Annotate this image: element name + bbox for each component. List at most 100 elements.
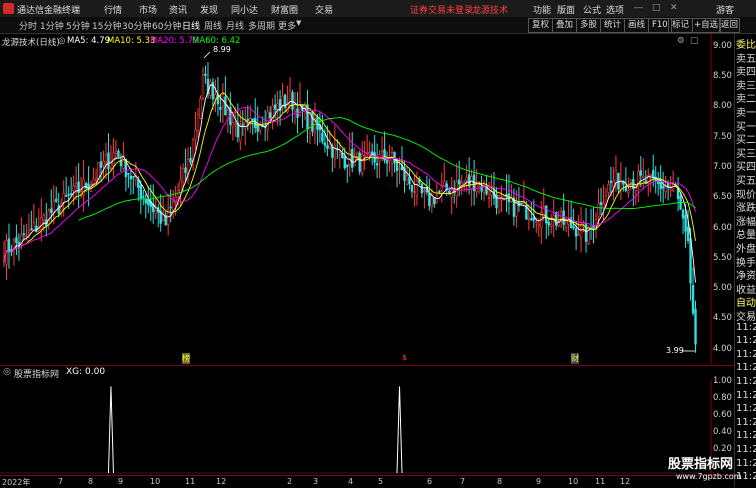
login-warning[interactable]: 证券交易未登录 (410, 3, 473, 16)
menu-shichang[interactable]: 市场 (139, 3, 157, 16)
close-icon[interactable]: ✕ (670, 3, 678, 13)
candle-body (574, 228, 578, 237)
candle-body (410, 184, 414, 192)
price-tick: 7.00 (713, 162, 732, 172)
side-panel-row: 11:29 (736, 457, 756, 469)
period-daily[interactable]: 日线 (182, 19, 200, 32)
menu-gongshi[interactable]: 公式 (583, 3, 601, 16)
candle-body (288, 90, 292, 106)
candlestick-chart[interactable] (0, 34, 712, 364)
candle-body (254, 117, 257, 129)
fuquan-button[interactable]: 复权 (528, 18, 554, 33)
candle-body (52, 200, 55, 213)
side-panel-row: 11:28 (736, 348, 756, 360)
menu-hangqing[interactable]: 行情 (104, 3, 122, 16)
maximize-icon[interactable]: □ (652, 3, 661, 13)
candle-body (199, 98, 202, 119)
period-weekly[interactable]: 周线 (204, 19, 222, 32)
event-marker-dollar[interactable]: $ (402, 353, 407, 362)
menu-jiaoyi[interactable]: 交易 (315, 3, 333, 16)
add-favorite-button[interactable]: +自选 (692, 18, 721, 33)
candle-body (547, 221, 550, 226)
candle-body (196, 114, 200, 132)
candle-body (530, 218, 533, 221)
candle-body (420, 183, 424, 194)
candle-body (465, 177, 468, 181)
candle-body (624, 186, 628, 191)
menu-zixun[interactable]: 资讯 (169, 3, 187, 16)
candle-body (72, 185, 75, 192)
period-30min[interactable]: 30分钟 (122, 19, 151, 32)
period-more[interactable]: 更多 (278, 19, 296, 32)
indicator-tick: 1.00 (713, 376, 732, 386)
candle-body (293, 104, 297, 112)
candle-body (535, 221, 538, 223)
candle-body (99, 161, 103, 168)
user-label[interactable]: 游客 (716, 3, 734, 16)
draw-line-button[interactable]: 画线 (624, 18, 650, 33)
mark-button[interactable]: 标记 (668, 18, 694, 33)
indicator-chart[interactable] (0, 380, 712, 475)
high-price-arrow (203, 51, 211, 59)
date-tick: 9 (118, 477, 124, 486)
indicator-collapse-icon[interactable]: ◎ (3, 367, 11, 377)
price-tick: 6.50 (713, 192, 732, 202)
candle-body (520, 202, 523, 205)
candle-body (458, 179, 461, 185)
period-15min[interactable]: 15分钟 (92, 19, 121, 32)
period-1min[interactable]: 1分钟 (40, 19, 64, 32)
candle-body (132, 176, 135, 178)
price-tick: 6.00 (713, 223, 732, 233)
menu-banmian[interactable]: 版面 (557, 3, 575, 16)
period-5min[interactable]: 5分钟 (66, 19, 90, 32)
candle-body (256, 125, 259, 132)
multi-stock-button[interactable]: 多股 (576, 18, 602, 33)
candle-body (323, 142, 327, 146)
candle-body (239, 124, 242, 142)
indicator-tick: 0.80 (713, 393, 732, 403)
candle-body (42, 215, 45, 221)
indicator-tick: 0.40 (713, 427, 732, 437)
candle-body (176, 190, 180, 198)
minimize-icon[interactable]: ― (634, 3, 643, 13)
candle-body (351, 148, 354, 168)
back-button[interactable]: 返回 (719, 18, 741, 33)
period-fenshi[interactable]: 分时 (19, 19, 37, 32)
menu-xuanxiang[interactable]: 选项 (606, 3, 624, 16)
candle-body (22, 233, 26, 235)
candle-body (15, 237, 18, 243)
candle-body (671, 183, 675, 192)
candle-body (321, 132, 324, 142)
more-dropdown-icon[interactable]: ▼ (296, 19, 301, 27)
menu-tongxiaoda[interactable]: 同小达 (231, 3, 258, 16)
event-marker-bang[interactable]: 榜 (182, 353, 190, 364)
candle-body (527, 217, 531, 220)
candle-body (69, 193, 73, 195)
period-monthly[interactable]: 月线 (226, 19, 244, 32)
candle-body (47, 210, 50, 225)
price-tick: 7.50 (713, 132, 732, 142)
stats-button[interactable]: 统计 (600, 18, 626, 33)
candle-body (328, 143, 332, 149)
candle-body (346, 164, 349, 168)
candle-body (443, 181, 446, 187)
date-tick: 9 (536, 477, 542, 486)
candle-body (62, 192, 65, 203)
event-marker-cai[interactable]: 财 (571, 353, 579, 364)
high-price-label: 8.99 (213, 45, 231, 54)
overlay-button[interactable]: 叠加 (552, 18, 578, 33)
menu-caifuquan[interactable]: 财富圈 (271, 3, 298, 16)
low-price-label: 3.99 (666, 346, 684, 355)
period-multi[interactable]: 多周期 (248, 19, 275, 32)
period-60min[interactable]: 60分钟 (152, 19, 181, 32)
date-tick: 10 (150, 477, 161, 486)
menu-faxian[interactable]: 发现 (200, 3, 218, 16)
menu-gongneng[interactable]: 功能 (533, 3, 551, 16)
xg-signal-spike (396, 386, 403, 474)
candle-body (577, 234, 580, 236)
quote-side-panel: 委比 卖五 卖四 卖三 卖二 卖一 买一 买二 买三 买四 买五 现价 涨跌 涨幅 总量 外盘 换手 净资 收益 自动… (734, 34, 756, 487)
candle-body (259, 124, 262, 131)
candle-body (77, 181, 80, 194)
candle-body (661, 185, 665, 189)
candle-body (102, 160, 105, 166)
